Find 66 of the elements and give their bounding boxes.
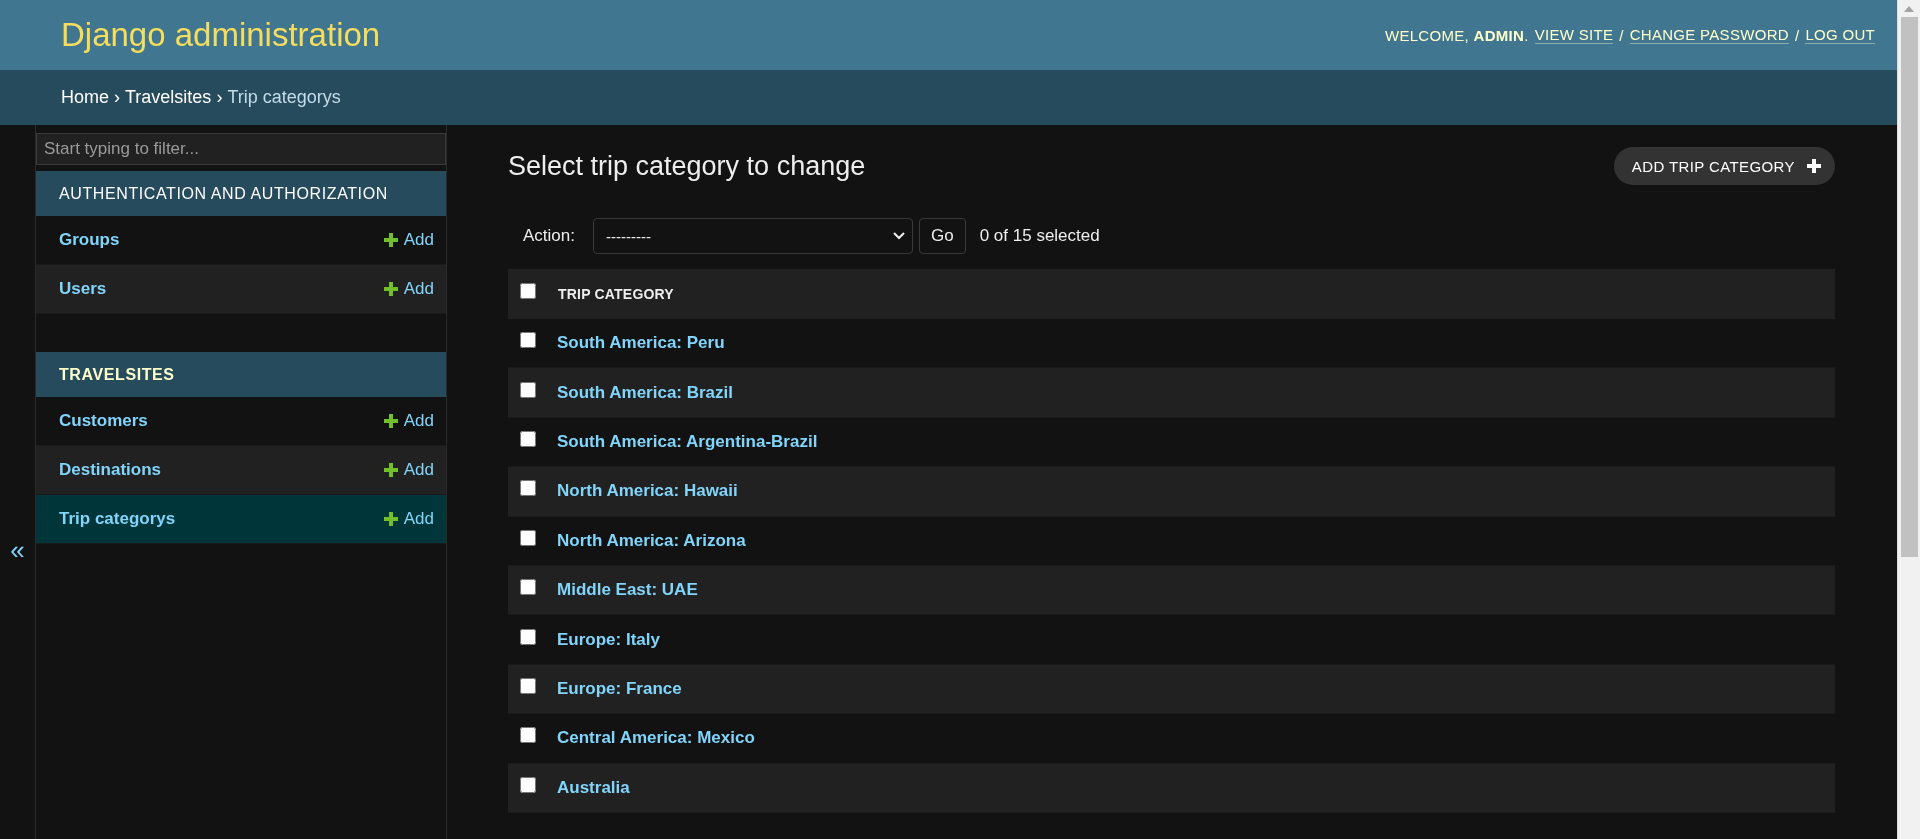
row-link[interactable]: South America: Argentina-Brazil	[557, 431, 818, 452]
user-link[interactable]: CHANGE PASSWORD	[1629, 26, 1789, 44]
row-link[interactable]: Middle East: UAE	[557, 580, 698, 601]
model-row[interactable]: Destinations Add	[36, 446, 446, 495]
page-title: Select trip category to change	[508, 150, 866, 182]
go-button[interactable]: Go	[919, 218, 966, 254]
row-checkbox[interactable]	[520, 579, 536, 596]
row-checkbox[interactable]	[520, 677, 536, 694]
row-checkbox[interactable]	[520, 430, 536, 447]
selection-counter: 0 of 15 selected	[979, 226, 1100, 246]
row-checkbox[interactable]	[520, 628, 536, 645]
row-checkbox[interactable]	[520, 381, 536, 398]
plus-icon	[383, 233, 398, 247]
breadcrumb-separator: ›	[216, 87, 223, 108]
row-link[interactable]: North America: Arizona	[557, 530, 746, 551]
caret-icon	[892, 231, 906, 241]
plus-icon	[383, 414, 398, 428]
row-checkbox[interactable]	[520, 529, 536, 546]
breadcrumb-separator: ›	[114, 87, 120, 108]
plus-icon	[383, 512, 398, 526]
row-checkbox[interactable]	[520, 776, 536, 793]
site-title[interactable]: Django administration	[61, 16, 381, 54]
row-link[interactable]: Central America: Mexico	[557, 728, 755, 749]
separator: /	[1794, 26, 1800, 44]
plus-icon	[383, 282, 398, 296]
sidebar-toggle[interactable]: «	[10, 535, 25, 566]
user-link[interactable]: LOG OUT	[1805, 26, 1875, 44]
row-link[interactable]: North America: Hawaii	[557, 481, 738, 502]
row-link[interactable]: South America: Peru	[557, 333, 725, 354]
filter-field[interactable]: Start typing to filter...	[36, 133, 446, 165]
row-checkbox[interactable]	[520, 480, 536, 497]
module-header[interactable]: TRAVELSITES	[36, 352, 446, 397]
add-button[interactable]: ADD TRIP CATEGORY	[1613, 147, 1835, 185]
user-link[interactable]: VIEW SITE	[1534, 26, 1614, 44]
add-link[interactable]: Add	[383, 460, 434, 480]
breadcrumb-link[interactable]: Travelsites	[125, 87, 212, 108]
plus-icon	[383, 463, 398, 477]
add-link[interactable]: Add	[383, 279, 434, 299]
separator: /	[1619, 26, 1624, 44]
model-link[interactable]: Trip categorys	[59, 509, 176, 529]
scrollbar-thumb[interactable]	[1900, 17, 1918, 557]
module-header[interactable]: AUTHENTICATION AND AUTHORIZATION	[36, 171, 446, 216]
action-label: Action:	[523, 226, 575, 246]
row-checkbox[interactable]	[520, 332, 536, 349]
plus-icon	[1807, 159, 1821, 173]
row-link[interactable]: Europe: France	[557, 678, 682, 699]
row-checkbox[interactable]	[520, 727, 536, 744]
add-link[interactable]: Add	[383, 509, 434, 529]
breadcrumb-link[interactable]: Home	[61, 87, 109, 108]
model-link[interactable]: Groups	[59, 230, 120, 250]
model-link[interactable]: Users	[59, 279, 107, 299]
row-link[interactable]: South America: Brazil	[557, 382, 734, 403]
scrollbar[interactable]	[1897, 0, 1920, 839]
model-row[interactable]: Users Add	[36, 265, 446, 314]
breadcrumb-link[interactable]: Trip categorys	[227, 87, 341, 108]
add-link[interactable]: Add	[383, 230, 434, 250]
welcome-text: WELCOME, ADMIN.	[1384, 26, 1529, 44]
action-select[interactable]: ---------	[593, 218, 913, 254]
add-link[interactable]: Add	[383, 411, 434, 431]
model-link[interactable]: Destinations	[59, 460, 162, 480]
row-link[interactable]: Europe: Italy	[557, 629, 660, 650]
column-header[interactable]: TRIP CATEGORY	[558, 286, 674, 302]
row-link[interactable]: Australia	[557, 777, 630, 798]
select-all-checkbox[interactable]	[520, 283, 536, 299]
model-row[interactable]: Trip categorys Add	[36, 495, 446, 544]
model-link[interactable]: Customers	[59, 411, 148, 431]
